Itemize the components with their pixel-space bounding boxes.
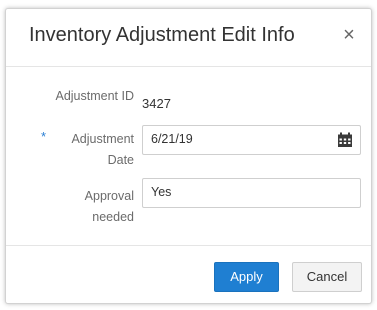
footer-divider bbox=[6, 245, 371, 246]
adjustment-date-input[interactable]: 6/21/19 bbox=[142, 125, 361, 155]
close-icon[interactable]: × bbox=[339, 25, 359, 45]
cancel-button[interactable]: Cancel bbox=[292, 262, 362, 292]
approval-needed-label: Approval needed bbox=[46, 186, 134, 228]
dialog-header: Inventory Adjustment Edit Info × bbox=[6, 9, 371, 67]
approval-needed-input[interactable]: Yes bbox=[142, 178, 361, 208]
dialog-title: Inventory Adjustment Edit Info bbox=[29, 24, 295, 46]
adjustment-date-label: Adjustment Date bbox=[46, 129, 134, 171]
adjustment-date-value: 6/21/19 bbox=[151, 132, 193, 146]
approval-needed-label-line2: needed bbox=[92, 210, 134, 224]
adjustment-id-value: 3427 bbox=[142, 96, 171, 111]
adjustment-date-label-line2: Date bbox=[107, 153, 134, 167]
approval-needed-label-line1: Approval bbox=[84, 189, 134, 203]
apply-button[interactable]: Apply bbox=[214, 262, 279, 292]
approval-needed-value: Yes bbox=[151, 185, 172, 199]
adjustment-date-label-line1: Adjustment bbox=[71, 132, 134, 146]
adjustment-id-label: Adjustment ID bbox=[55, 89, 134, 103]
edit-info-dialog: Inventory Adjustment Edit Info × Adjustm… bbox=[5, 8, 372, 304]
calendar-icon[interactable] bbox=[337, 132, 353, 148]
